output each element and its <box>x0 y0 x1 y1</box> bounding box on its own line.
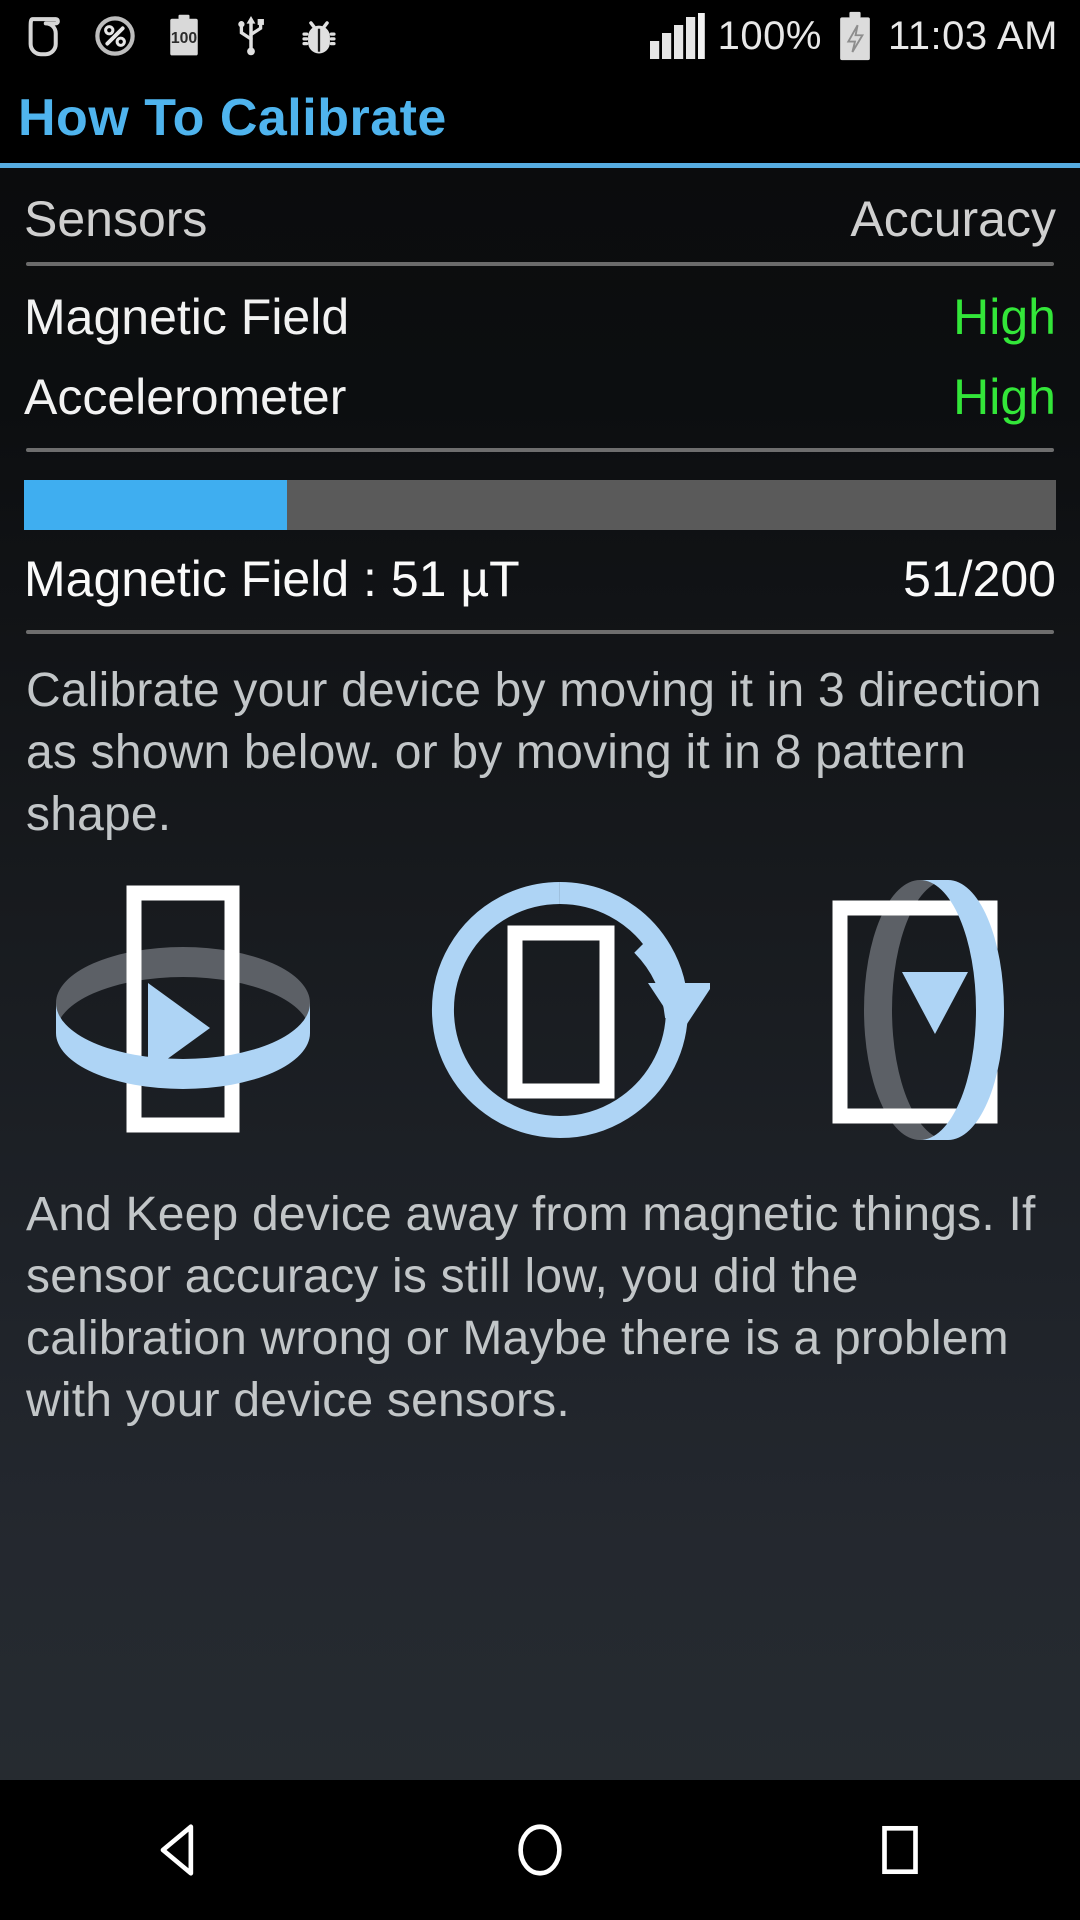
phone-screen: 100 100% 11:03 AM How To Calibrate Senso… <box>0 0 1080 1920</box>
status-bar-right-group: 100% 11:03 AM <box>649 10 1058 62</box>
sensor-name-magnetic-field: Magnetic Field <box>24 289 350 345</box>
back-icon <box>160 1824 194 1876</box>
sensor-name-accelerometer: Accelerometer <box>24 369 347 425</box>
progress-fill <box>24 480 288 530</box>
table-row: Magnetic Field High <box>24 266 1056 346</box>
magnetic-field-value-row: Magnetic Field : 51 µT 51/200 <box>24 530 1056 608</box>
page-title: How To Calibrate <box>18 89 447 147</box>
clock-label: 11:03 AM <box>887 13 1058 58</box>
table-row: Accelerometer High <box>24 346 1056 426</box>
instructions-top-text: Calibrate your device by moving it in 3 … <box>26 664 1042 841</box>
battery-percent-label: 100% <box>717 13 822 58</box>
column-header-accuracy: Accuracy <box>850 191 1056 247</box>
title-bar: How To Calibrate <box>0 72 1080 164</box>
home-button[interactable] <box>440 1780 640 1920</box>
sigma-app-icon <box>28 17 60 57</box>
usb-icon <box>238 16 264 56</box>
instructions-bottom-text: And Keep device away from magnetic thing… <box>26 1188 1036 1427</box>
signal-bars-icon <box>649 13 705 59</box>
percent-circle-icon <box>95 16 135 56</box>
rotate-horizontal-diagram <box>56 885 310 1133</box>
battery-100-icon: 100 <box>170 14 198 56</box>
recents-button[interactable] <box>800 1780 1000 1920</box>
svg-text:100: 100 <box>171 30 198 47</box>
magnetic-field-progress <box>24 452 1056 530</box>
battery-charging-icon <box>840 11 870 61</box>
calibration-diagrams <box>24 846 1056 1150</box>
back-button[interactable] <box>80 1780 280 1920</box>
status-badge-magnetic-field: High <box>953 289 1056 345</box>
progress-track <box>24 480 1056 530</box>
status-bar-left-icons: 100 <box>22 12 342 60</box>
android-navigation-bar <box>0 1780 1080 1920</box>
main-content: Sensors Accuracy Magnetic Field High Acc… <box>0 168 1080 1840</box>
status-badge-accelerometer: High <box>953 369 1056 425</box>
recents-icon <box>882 1825 918 1875</box>
bug-icon <box>302 21 336 54</box>
sensor-table-header: Sensors Accuracy <box>24 168 1056 248</box>
column-header-sensors: Sensors <box>24 191 208 247</box>
magnetic-field-value-label: Magnetic Field : 51 µT <box>24 551 520 607</box>
home-icon <box>518 1824 562 1876</box>
rotate-vertical-diagram <box>832 880 1004 1140</box>
status-bar: 100 100% 11:03 AM <box>0 0 1080 72</box>
magnetic-field-ratio-label: 51/200 <box>903 551 1056 607</box>
rotate-in-plane-diagram <box>432 882 710 1138</box>
